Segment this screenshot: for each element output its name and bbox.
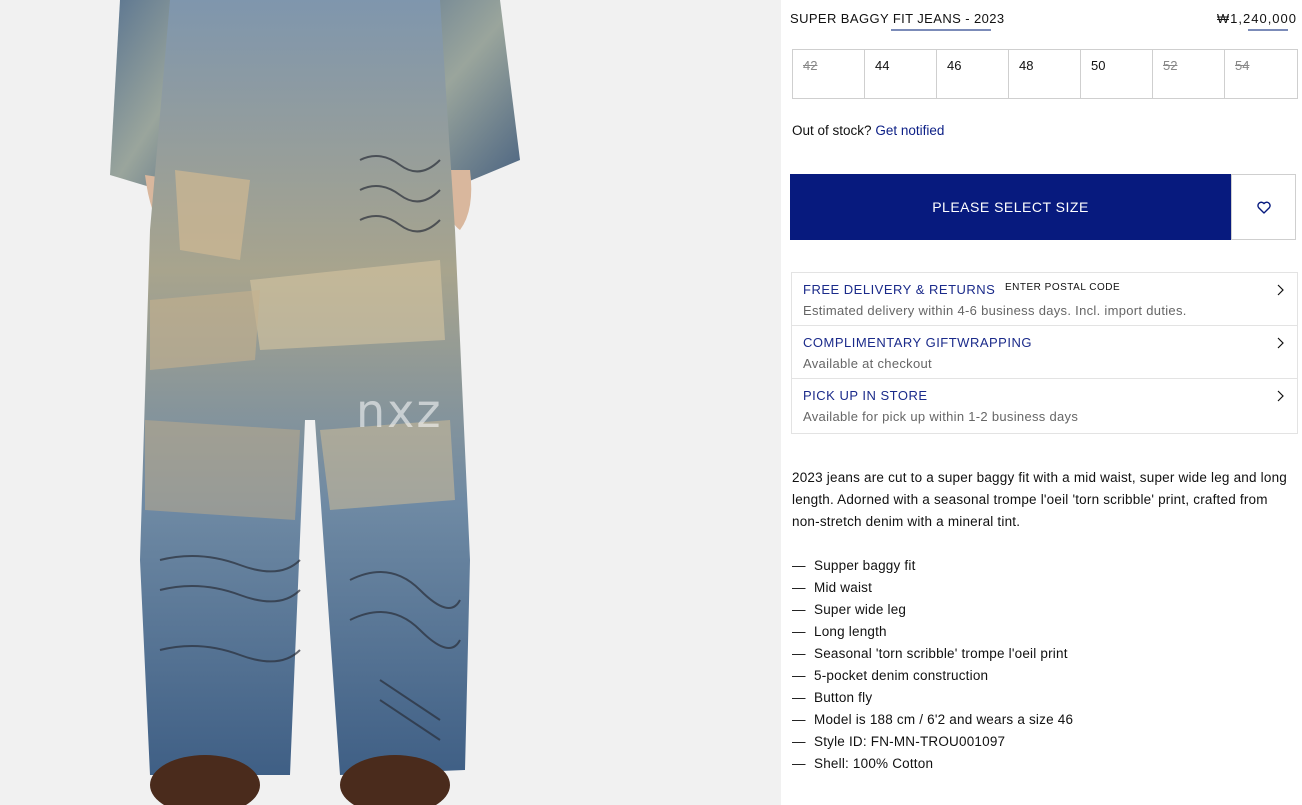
select-size-button[interactable]: PLEASE SELECT SIZE <box>790 174 1231 240</box>
bullet-dash: — <box>792 668 806 683</box>
size-label: 42 <box>803 58 818 73</box>
bullet-dash: — <box>792 602 806 617</box>
chevron-right-icon <box>1277 337 1284 349</box>
size-option-44[interactable]: 44 <box>865 50 937 98</box>
service-giftwrapping[interactable]: COMPLIMENTARY GIFTWRAPPING Available at … <box>792 326 1297 379</box>
get-notified-link[interactable]: Get notified <box>875 123 944 138</box>
feature-text: Style ID: FN-MN-TROU001097 <box>814 734 1006 749</box>
size-selector: 42 44 46 48 50 52 54 <box>792 49 1298 99</box>
bullet-dash: — <box>792 734 806 749</box>
feature-item: — Seasonal 'torn scribble' trompe l'oeil … <box>792 643 1292 665</box>
service-subtitle: Available at checkout <box>803 356 932 371</box>
bullet-dash: — <box>792 580 806 595</box>
out-of-stock-text: Out of stock? <box>792 123 872 138</box>
feature-item: — Super wide leg <box>792 599 1292 621</box>
feature-text: Seasonal 'torn scribble' trompe l'oeil p… <box>814 646 1068 661</box>
chevron-right-icon <box>1277 284 1284 296</box>
service-info-list: FREE DELIVERY & RETURNS ENTER POSTAL COD… <box>791 272 1298 434</box>
service-pickup[interactable]: PICK UP IN STORE Available for pick up w… <box>792 379 1297 433</box>
enter-postal-code-link[interactable]: ENTER POSTAL CODE <box>1005 282 1120 293</box>
product-image[interactable]: nxz <box>0 0 781 805</box>
purchase-actions: PLEASE SELECT SIZE <box>790 174 1296 240</box>
size-option-54[interactable]: 54 <box>1225 50 1297 98</box>
product-description: 2023 jeans are cut to a super baggy fit … <box>792 470 1287 529</box>
heart-icon <box>1256 201 1271 214</box>
wishlist-button[interactable] <box>1231 174 1296 240</box>
size-label: 52 <box>1163 58 1178 73</box>
size-label: 50 <box>1091 58 1106 73</box>
bullet-dash: — <box>792 624 806 639</box>
size-option-42[interactable]: 42 <box>793 50 865 98</box>
feature-text: Mid waist <box>814 580 873 595</box>
feature-item: — Long length <box>792 621 1292 643</box>
bullet-dash: — <box>792 712 806 727</box>
clipped-link-text <box>891 27 1011 31</box>
chevron-right-icon <box>1277 390 1284 402</box>
service-subtitle: Available for pick up within 1-2 busines… <box>803 409 1079 424</box>
bullet-dash: — <box>792 558 806 573</box>
service-subtitle: Estimated delivery within 4-6 business d… <box>803 303 1187 318</box>
product-price: ₩1,240,000 <box>1216 11 1297 26</box>
feature-item: — Shell: 100% Cotton <box>792 753 1292 775</box>
service-title: PICK UP IN STORE <box>803 388 928 403</box>
title-row: SUPER BAGGY FIT JEANS - 2023 ₩1,240,000 <box>790 11 1297 29</box>
service-delivery[interactable]: FREE DELIVERY & RETURNS ENTER POSTAL COD… <box>792 273 1297 326</box>
feature-item: — Button fly <box>792 687 1292 709</box>
product-title: SUPER BAGGY FIT JEANS - 2023 <box>790 11 1005 26</box>
feature-text: Long length <box>814 624 887 639</box>
feature-item: — Supper baggy fit <box>792 555 1292 577</box>
size-label: 46 <box>947 58 962 73</box>
image-watermark: nxz <box>356 384 443 438</box>
feature-text: Super wide leg <box>814 602 907 617</box>
out-of-stock-row: Out of stock? Get notified <box>792 123 944 138</box>
feature-text: Supper baggy fit <box>814 558 916 573</box>
feature-item: — Mid waist <box>792 577 1292 599</box>
feature-item: — Model is 188 cm / 6'2 and wears a size … <box>792 709 1292 731</box>
size-label: 54 <box>1235 58 1250 73</box>
feature-item: — 5-pocket denim construction <box>792 665 1292 687</box>
bullet-dash: — <box>792 690 806 705</box>
size-label: 44 <box>875 58 890 73</box>
feature-list: — Supper baggy fit — Mid waist — Super wide l… <box>792 555 1292 775</box>
size-label: 48 <box>1019 58 1034 73</box>
size-option-50[interactable]: 50 <box>1081 50 1153 98</box>
service-title: COMPLIMENTARY GIFTWRAPPING <box>803 335 1032 350</box>
size-option-52[interactable]: 52 <box>1153 50 1225 98</box>
feature-item: — Style ID: FN-MN-TROU001097 <box>792 731 1292 753</box>
clipped-link-text <box>1228 27 1288 31</box>
bullet-dash: — <box>792 756 806 771</box>
bullet-dash: — <box>792 646 806 661</box>
feature-text: Shell: 100% Cotton <box>814 756 934 771</box>
feature-text: Button fly <box>814 690 873 705</box>
feature-text: 5-pocket denim construction <box>814 668 989 683</box>
feature-text: Model is 188 cm / 6'2 and wears a size 4… <box>814 712 1074 727</box>
product-details: SUPER BAGGY FIT JEANS - 2023 ₩1,240,000 … <box>781 0 1302 805</box>
size-option-48[interactable]: 48 <box>1009 50 1081 98</box>
size-option-46[interactable]: 46 <box>937 50 1009 98</box>
